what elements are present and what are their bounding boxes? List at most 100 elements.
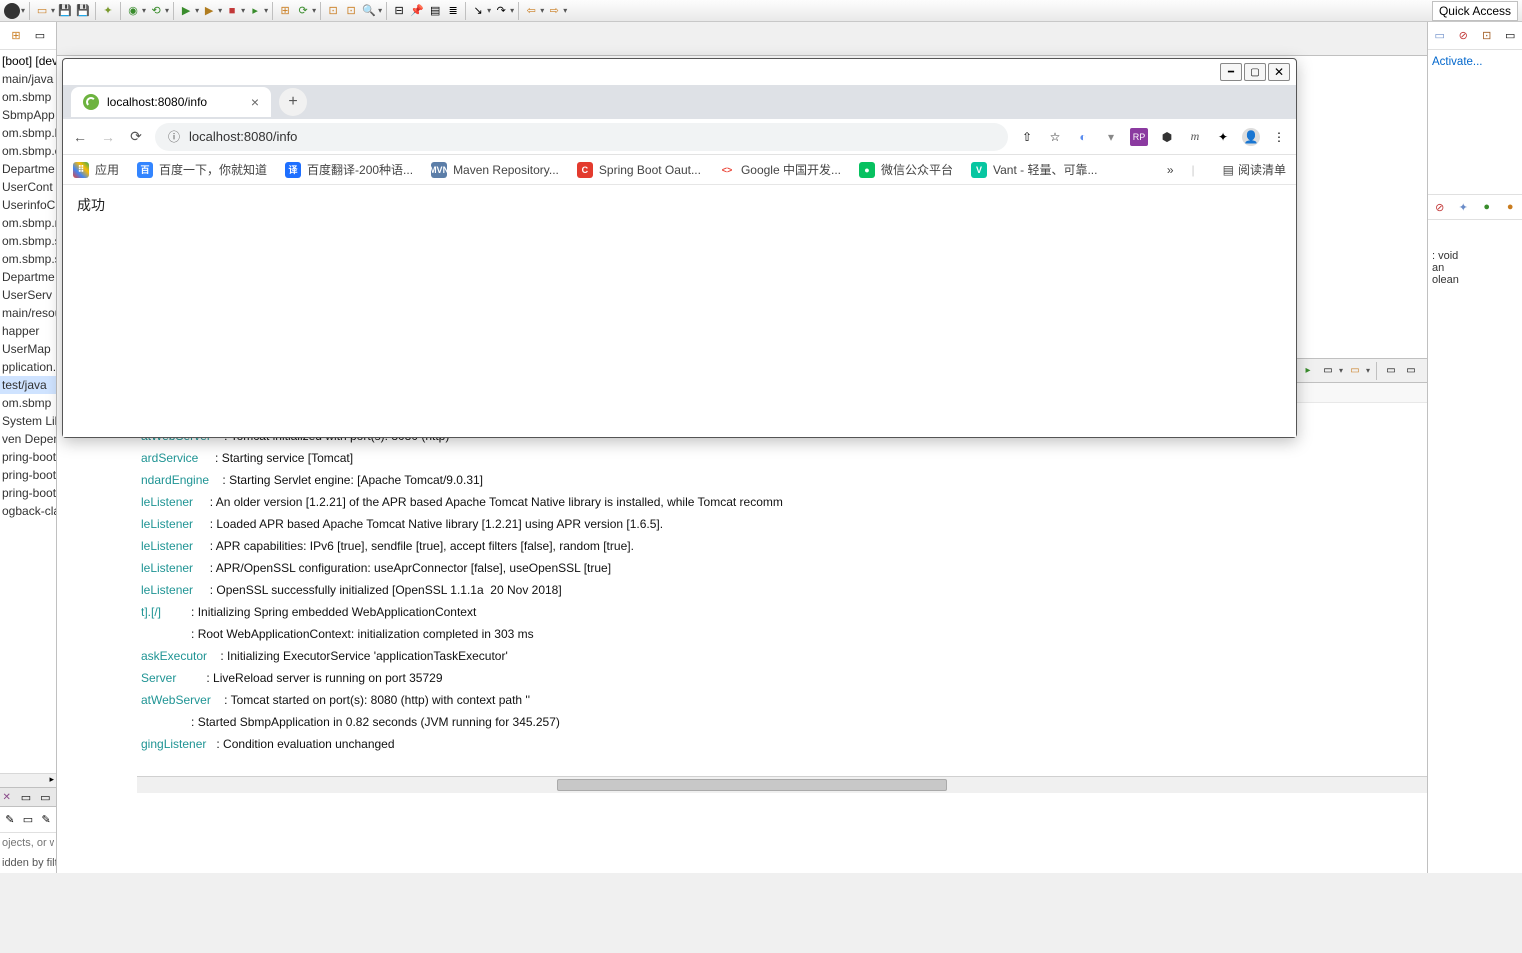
tree-item[interactable]: om.sbmp.s [0,232,56,250]
ext3-icon[interactable]: RP [1130,128,1148,146]
coverage-icon[interactable]: ▶ [201,3,217,19]
horizontal-scrollbar[interactable] [137,776,1427,793]
tree-item[interactable]: Departme [0,268,56,286]
bookmark-item[interactable]: CSpring Boot Oaut... [577,161,701,178]
tree-item[interactable]: om.sbmp [0,394,56,412]
address-bar[interactable]: ⓘ localhost:8080/info [155,123,1008,151]
outline-item[interactable]: : void [1428,250,1522,262]
debug-run-icon[interactable]: ◉ [125,3,141,19]
tree-item[interactable]: main/resou [0,304,56,322]
dropdown-icon[interactable]: ▾ [1366,366,1370,375]
apps-button[interactable]: ⠿应用 [73,161,119,178]
theme-icon[interactable]: ⊡ [1479,28,1495,44]
tree-item[interactable]: pring-boot [0,448,56,466]
run-icon[interactable]: ▶ [178,3,194,19]
dropdown-icon[interactable]: ▾ [21,6,25,15]
close-icon[interactable]: ✕ [0,789,13,805]
back-icon[interactable]: ← [71,128,89,146]
browser-tab[interactable]: localhost:8080/info × [71,87,271,117]
tree-item[interactable]: main/java [0,70,56,88]
new-console-icon[interactable]: ▭ [1320,363,1336,379]
tree-item[interactable]: UserMap [0,340,56,358]
wand-icon[interactable]: ✎ [4,812,16,828]
tree-item[interactable]: pplication.y [0,358,56,376]
max-icon[interactable]: ▭ [39,789,52,805]
tree-item[interactable]: SbmpApp [0,106,56,124]
dropdown-icon[interactable]: ▾ [312,6,316,15]
bookmark-item[interactable]: ●微信公众平台 [859,161,953,178]
profile-icon[interactable]: 👤 [1242,128,1260,146]
search-icon[interactable]: 🔍 [361,3,377,19]
reload-icon[interactable]: ⟳ [127,128,145,146]
tree-item[interactable]: om.sbmp.b [0,124,56,142]
dropdown-icon[interactable]: ▾ [540,6,544,15]
tree-item[interactable]: test/java [0,376,56,394]
dropdown-icon[interactable]: ▾ [378,6,382,15]
r3-icon[interactable]: ● [1479,199,1495,215]
outline-icon[interactable]: ≣ [445,3,461,19]
tree-item[interactable]: ogback-clas [0,502,56,520]
max-icon[interactable]: ▭ [1403,363,1419,379]
outline-item[interactable]: an [1428,262,1522,274]
open-icon[interactable]: ▸ [1300,363,1316,379]
save-icon[interactable]: 💾 [57,3,73,19]
tree-item[interactable]: UserCont [0,178,56,196]
outline-item[interactable]: olean [1428,274,1522,286]
package-icon[interactable]: ⊞ [8,28,24,44]
bookmark-item[interactable]: <>Google 中国开发... [719,161,841,178]
doc-icon[interactable]: ▤ [427,3,443,19]
task-icon[interactable]: ▭ [1432,28,1448,44]
tree-item[interactable]: om.sbmp.n [0,214,56,232]
tab-close-icon[interactable]: × [251,94,259,110]
dropdown-icon[interactable]: ▾ [51,6,55,15]
maximize-button[interactable]: ▢ [1244,63,1266,81]
stop-icon[interactable]: ■ [224,3,240,19]
r1-icon[interactable]: ⊘ [1432,199,1448,215]
dropdown-icon[interactable]: ▾ [165,6,169,15]
open-type-icon[interactable]: ⊡ [325,3,341,19]
dropdown-icon[interactable]: ▾ [195,6,199,15]
build-icon[interactable]: ✦ [100,3,116,19]
toggle-icon[interactable]: ⊟ [391,3,407,19]
r4-icon[interactable]: ● [1502,199,1518,215]
console-output[interactable]: : No active profile set, falling back to… [137,403,1427,776]
bookmark-item[interactable]: VVant - 轻量、可靠... [971,161,1097,178]
tree-item[interactable]: om.sbmp.s [0,250,56,268]
dropdown-icon[interactable]: ▾ [218,6,222,15]
more-icon[interactable]: ▭ [1347,363,1363,379]
edit-icon[interactable]: ✎ [40,812,52,828]
ext2-icon[interactable]: ▾ [1102,128,1120,146]
share-icon[interactable]: ⇧ [1018,128,1036,146]
more-bookmarks-icon[interactable]: » [1167,163,1174,177]
ext5-icon[interactable]: m [1186,128,1204,146]
extensions-icon[interactable]: ✦ [1214,128,1232,146]
quick-access[interactable]: Quick Access [1432,1,1518,21]
nav-icon[interactable]: ▭ [32,28,48,44]
new-icon[interactable]: ▭ [34,3,50,19]
skip-icon[interactable]: ⊘ [1455,28,1471,44]
person-icon[interactable] [4,3,20,19]
r2-icon[interactable]: ✦ [1455,199,1471,215]
tree-item[interactable]: pring-boot [0,484,56,502]
pin-icon[interactable]: 📌 [409,3,425,19]
tree-item[interactable]: System Lib [0,412,56,430]
tree-item[interactable]: om.sbmp [0,88,56,106]
dropdown-icon[interactable]: ▾ [142,6,146,15]
bookmark-item[interactable]: MVNMaven Repository... [431,161,559,178]
reading-list-button[interactable]: ▤阅读清单 [1223,161,1286,178]
minimize-button[interactable]: ━ [1220,63,1242,81]
tree-item[interactable]: om.sbmp.c [0,142,56,160]
tree-item[interactable]: pring-boot [0,466,56,484]
tree-item[interactable]: UserinfoC [0,196,56,214]
ext4-icon[interactable]: ⬢ [1158,128,1176,146]
activate-link[interactable]: Activate... [1428,50,1522,74]
star-icon[interactable]: ☆ [1046,128,1064,146]
open-task-icon[interactable]: ⊡ [343,3,359,19]
dropdown-icon[interactable]: ▾ [241,6,245,15]
dropdown-icon[interactable]: ▾ [264,6,268,15]
dropdown-icon[interactable]: ▾ [563,6,567,15]
info-icon[interactable]: ⓘ [165,128,183,146]
close-button[interactable]: ✕ [1268,63,1290,81]
filter-input[interactable] [0,833,56,853]
step-icon[interactable]: ↘ [470,3,486,19]
